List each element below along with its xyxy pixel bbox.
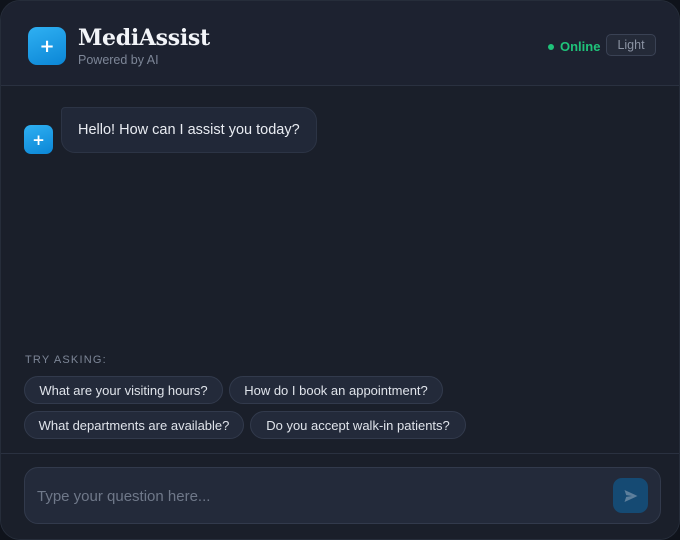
- suggestion-chip-walk-in[interactable]: Do you accept walk-in patients?: [250, 411, 466, 439]
- status-indicator: Online: [548, 39, 600, 54]
- composer-area: [1, 453, 679, 539]
- send-button[interactable]: [613, 478, 648, 513]
- suggestions-label: TRY ASKING:: [25, 354, 107, 366]
- chat-window: + MediAssist Powered by AI Online Light …: [0, 0, 680, 540]
- suggestion-chip-departments[interactable]: What departments are available?: [24, 411, 244, 439]
- composer: [24, 467, 661, 524]
- chat-header: + MediAssist Powered by AI Online Light: [1, 1, 679, 86]
- assistant-avatar-icon: +: [24, 125, 53, 154]
- message-text: Hello! How can I assist you today?: [78, 122, 300, 138]
- theme-toggle-button[interactable]: Light: [606, 34, 656, 56]
- app-title: MediAssist: [78, 25, 210, 51]
- assistant-message: Hello! How can I assist you today?: [61, 107, 317, 153]
- question-input[interactable]: [37, 485, 597, 507]
- status-dot-icon: [548, 43, 554, 50]
- suggestion-chip-visiting-hours[interactable]: What are your visiting hours?: [24, 376, 223, 404]
- suggestion-chip-book-appointment[interactable]: How do I book an appointment?: [229, 376, 443, 404]
- medical-cross-icon: +: [28, 27, 66, 65]
- send-icon: [624, 489, 637, 502]
- app-subtitle: Powered by AI: [78, 53, 159, 67]
- status-text: Online: [560, 39, 601, 54]
